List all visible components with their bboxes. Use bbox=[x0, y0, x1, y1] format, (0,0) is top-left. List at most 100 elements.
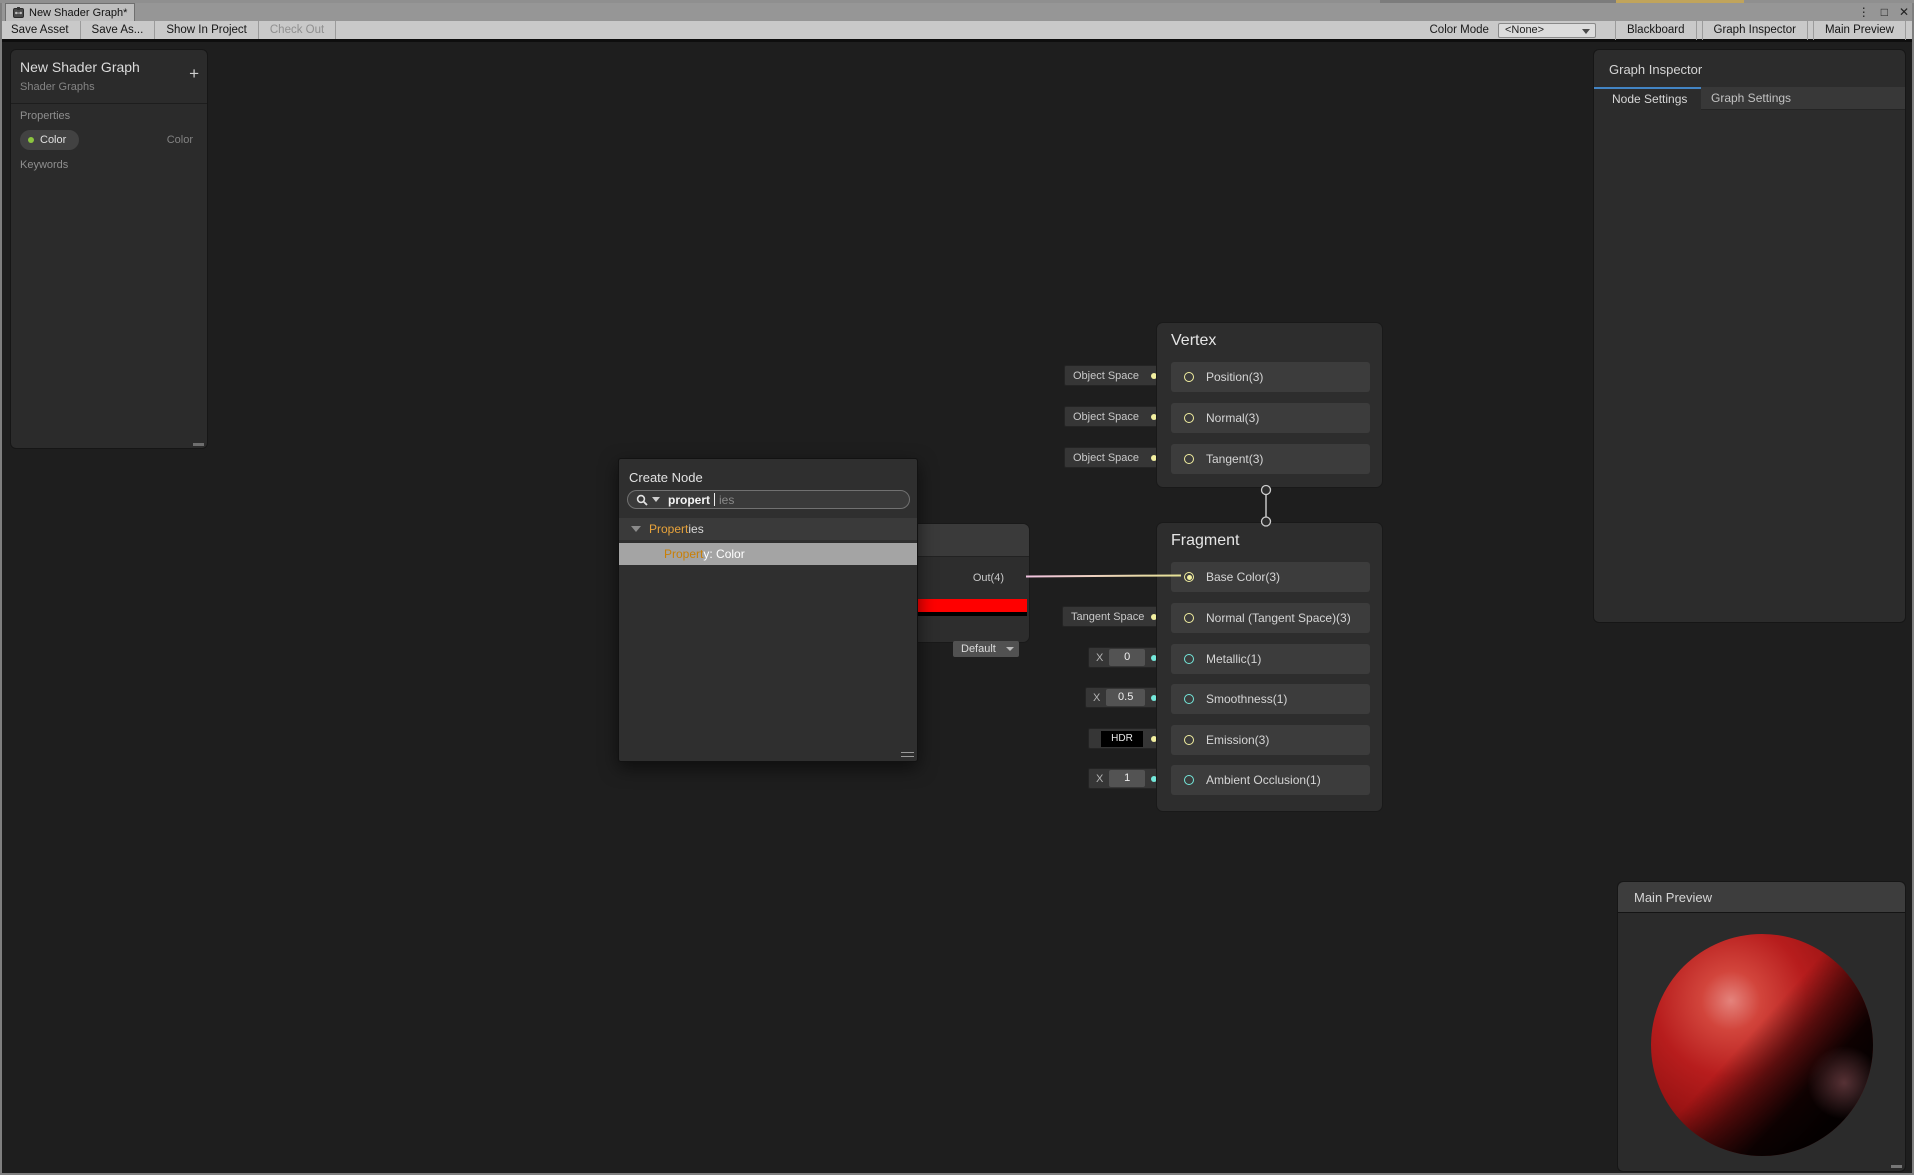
metallic-port[interactable] bbox=[1184, 654, 1194, 664]
fragment-row-base-color: Base Color(3) bbox=[1171, 562, 1370, 592]
graph-inspector-tabbar: Node Settings Graph Settings bbox=[1594, 87, 1905, 110]
match-text: Propert bbox=[649, 522, 689, 536]
fragment-row-emission: Emission(3) bbox=[1171, 725, 1370, 755]
graph-inspector-toggle-button[interactable]: Graph Inspector bbox=[1701, 20, 1808, 40]
base-color-port[interactable] bbox=[1184, 572, 1194, 582]
metallic-value-chip: X 0 bbox=[1088, 647, 1165, 668]
window-titlebar: New Shader Graph* ⋮ □ ✕ bbox=[0, 3, 1914, 21]
ambient-occlusion-value-field[interactable]: 1 bbox=[1109, 770, 1145, 787]
check-out-button: Check Out bbox=[259, 21, 337, 39]
blackboard-title: New Shader Graph bbox=[20, 59, 140, 75]
port-label: Metallic(1) bbox=[1206, 652, 1262, 666]
color-property-node[interactable]: Out(4) Default bbox=[899, 523, 1030, 657]
chip-label: Object Space bbox=[1073, 410, 1140, 423]
chip-label: Object Space bbox=[1073, 451, 1140, 464]
ambient-occlusion-port[interactable] bbox=[1184, 775, 1194, 785]
chevron-down-icon bbox=[1006, 647, 1014, 651]
maximize-icon[interactable]: □ bbox=[1881, 3, 1888, 21]
property-name: Color bbox=[40, 134, 67, 146]
window-menu-icon[interactable]: ⋮ bbox=[1858, 3, 1870, 21]
preview-sphere[interactable] bbox=[1651, 934, 1873, 1156]
tab-graph-settings[interactable]: Graph Settings bbox=[1711, 87, 1791, 110]
panel-resize-handle[interactable] bbox=[193, 443, 204, 446]
search-filter-caret-icon[interactable] bbox=[652, 497, 660, 502]
color-mode-value: <None> bbox=[1504, 23, 1545, 36]
normal-port[interactable] bbox=[1184, 413, 1194, 423]
result-row-property-color[interactable]: Property: Color bbox=[619, 543, 917, 565]
chip-label: Tangent Space bbox=[1071, 610, 1145, 623]
toolbar: Save Asset Save As... Show In Project Ch… bbox=[0, 20, 1914, 42]
window-border-left bbox=[0, 3, 2, 1175]
position-port[interactable] bbox=[1184, 372, 1194, 382]
property-type-dot bbox=[28, 137, 34, 143]
color-node-dropdown-value: Default bbox=[961, 643, 996, 655]
port-label: Smoothness(1) bbox=[1206, 692, 1288, 706]
property-pill-color[interactable]: Color bbox=[19, 129, 80, 151]
port-label: Normal (Tangent Space)(3) bbox=[1206, 611, 1351, 625]
vertex-node-title: Vertex bbox=[1171, 332, 1217, 349]
blackboard-toggle-button[interactable]: Blackboard bbox=[1614, 20, 1697, 40]
port-label: Position(3) bbox=[1206, 370, 1264, 384]
graph-inspector-title: Graph Inspector bbox=[1609, 62, 1703, 77]
main-preview-toggle-button[interactable]: Main Preview bbox=[1812, 20, 1906, 40]
port-label: Normal(3) bbox=[1206, 411, 1260, 425]
color-mode-default-dropdown[interactable]: Default bbox=[953, 641, 1019, 657]
normal-tangent-port[interactable] bbox=[1184, 613, 1194, 623]
normal-space-chip[interactable]: Object Space bbox=[1064, 406, 1165, 427]
text-cursor bbox=[714, 493, 715, 506]
rest-text: ies bbox=[688, 522, 704, 536]
main-preview-panel: Main Preview bbox=[1617, 881, 1906, 1172]
position-space-chip[interactable]: Object Space bbox=[1064, 365, 1165, 386]
tab-new-shader-graph[interactable]: New Shader Graph* bbox=[5, 3, 136, 21]
result-label: Property: Color bbox=[664, 547, 745, 561]
save-asset-button[interactable]: Save Asset bbox=[0, 21, 81, 39]
tangent-space-chip[interactable]: Object Space bbox=[1064, 447, 1165, 468]
color-node-header bbox=[905, 524, 1029, 557]
rest-text: y: Color bbox=[703, 547, 745, 561]
color-node-out-label: Out(4) bbox=[972, 572, 1004, 584]
color-mode-label: Color Mode bbox=[1429, 24, 1489, 36]
save-as-button[interactable]: Save As... bbox=[81, 21, 156, 39]
emission-port[interactable] bbox=[1184, 735, 1194, 745]
panel-resize-handle[interactable] bbox=[1891, 1165, 1902, 1168]
color-mode-dropdown[interactable]: <None> bbox=[1497, 22, 1596, 38]
fragment-node[interactable]: Fragment Base Color(3) Normal (Tangent S… bbox=[1156, 522, 1383, 812]
foldout-triangle-icon[interactable] bbox=[631, 526, 641, 532]
color-swatch[interactable] bbox=[910, 599, 1027, 612]
dialog-resize-handle[interactable] bbox=[901, 752, 914, 757]
shader-graph-asset-icon bbox=[13, 7, 24, 18]
main-preview-title[interactable]: Main Preview bbox=[1618, 882, 1905, 913]
smoothness-value-field[interactable]: 0.5 bbox=[1106, 689, 1145, 706]
vertex-node[interactable]: Vertex Position(3) Normal(3) Tangent(3) bbox=[1156, 322, 1383, 488]
port-label: Ambient Occlusion(1) bbox=[1206, 773, 1321, 787]
toolbar-left-buttons: Save Asset Save As... Show In Project Ch… bbox=[0, 21, 337, 39]
x-component-label: X bbox=[1093, 691, 1101, 704]
show-in-project-button[interactable]: Show In Project bbox=[155, 21, 259, 39]
search-icon bbox=[636, 494, 648, 506]
properties-section-label: Properties bbox=[20, 110, 71, 122]
hdr-color-swatch[interactable]: HDR bbox=[1101, 730, 1143, 747]
tangent-port[interactable] bbox=[1184, 454, 1194, 464]
fragment-node-title: Fragment bbox=[1171, 532, 1240, 549]
tangent-space-chip[interactable]: Tangent Space bbox=[1062, 606, 1165, 627]
smoothness-port[interactable] bbox=[1184, 694, 1194, 704]
category-label: Properties bbox=[649, 522, 704, 536]
node-search-input[interactable]: propert ies bbox=[627, 490, 910, 509]
ambient-occlusion-value-chip: X 1 bbox=[1088, 768, 1165, 789]
fragment-row-normal: Normal (Tangent Space)(3) bbox=[1171, 603, 1370, 633]
blackboard-subtitle: Shader Graphs bbox=[20, 81, 95, 93]
category-row-properties[interactable]: Properties bbox=[619, 518, 917, 540]
close-icon[interactable]: ✕ bbox=[1899, 3, 1909, 21]
metallic-value-field[interactable]: 0 bbox=[1109, 649, 1145, 666]
fragment-row-ambient-occlusion: Ambient Occlusion(1) bbox=[1171, 765, 1370, 795]
x-component-label: X bbox=[1096, 772, 1104, 785]
tab-title: New Shader Graph* bbox=[29, 6, 128, 19]
graph-inspector-panel: Graph Inspector Node Settings Graph Sett… bbox=[1593, 49, 1906, 623]
fragment-row-smoothness: Smoothness(1) bbox=[1171, 684, 1370, 714]
divider bbox=[11, 103, 207, 104]
x-component-label: X bbox=[1096, 651, 1104, 664]
tab-node-settings[interactable]: Node Settings bbox=[1594, 87, 1701, 110]
blackboard-panel: New Shader Graph Shader Graphs + Propert… bbox=[10, 49, 208, 449]
port-label: Tangent(3) bbox=[1206, 452, 1264, 466]
add-property-button[interactable]: + bbox=[189, 65, 199, 82]
